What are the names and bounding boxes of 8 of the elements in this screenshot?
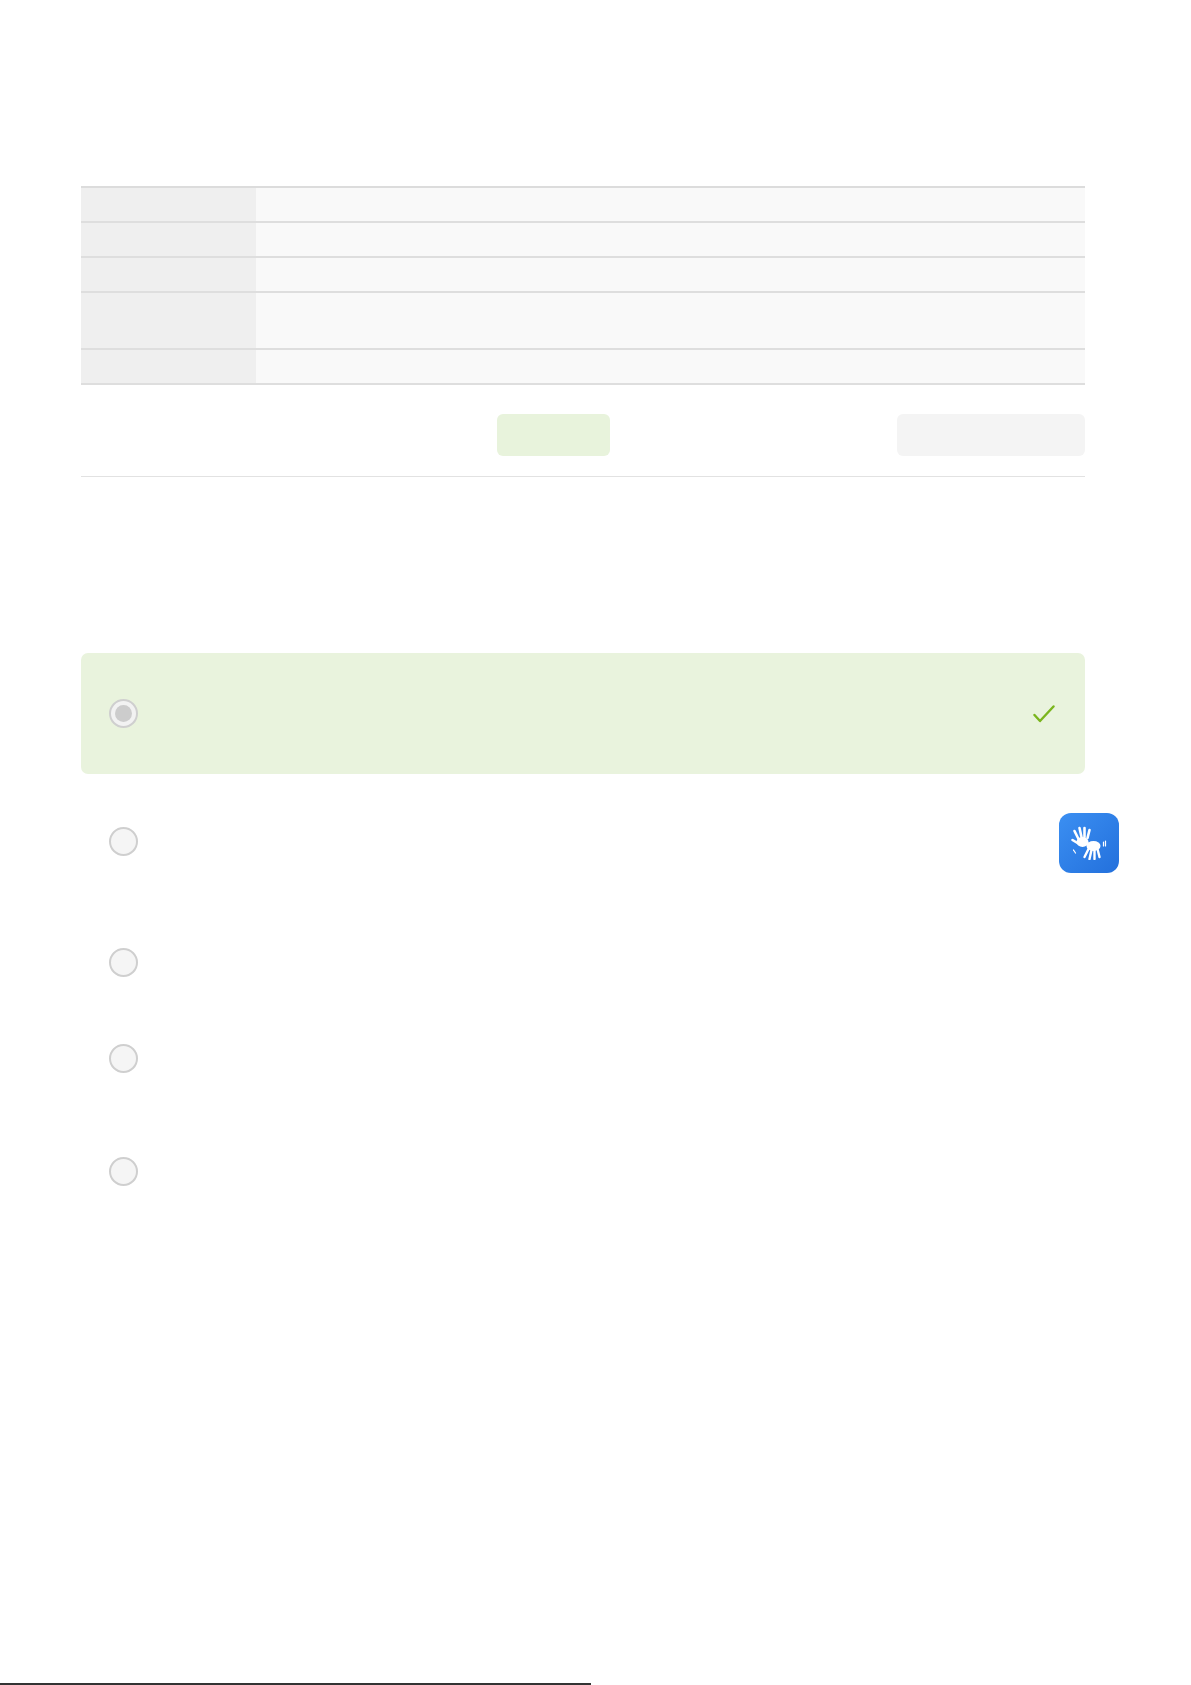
radio-button[interactable] bbox=[109, 947, 138, 977]
accessibility-button[interactable] bbox=[1059, 813, 1119, 873]
radio-button[interactable] bbox=[109, 699, 138, 728]
radio-button[interactable] bbox=[109, 1043, 138, 1073]
radio-button[interactable] bbox=[109, 826, 138, 856]
radio-button[interactable] bbox=[109, 1156, 138, 1186]
primary-button[interactable] bbox=[497, 414, 610, 456]
sign-language-icon bbox=[1070, 826, 1108, 860]
